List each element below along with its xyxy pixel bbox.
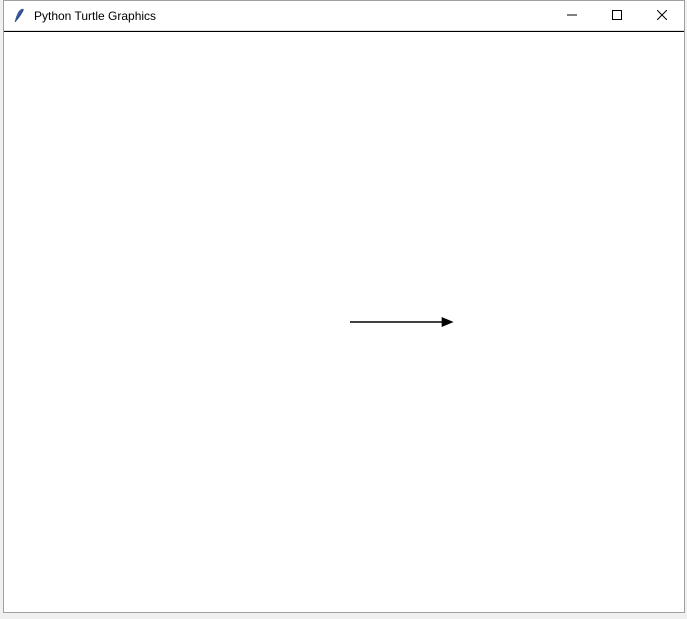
turtle-cursor-arrow <box>442 317 454 327</box>
feather-icon <box>12 8 28 24</box>
turtle-canvas <box>4 31 684 612</box>
maximize-button[interactable] <box>594 1 639 30</box>
window-controls <box>549 1 684 30</box>
minimize-icon <box>567 8 577 23</box>
turtle-drawing <box>4 32 684 612</box>
titlebar[interactable]: Python Turtle Graphics <box>4 1 684 31</box>
close-icon <box>657 8 667 23</box>
window-title: Python Turtle Graphics <box>34 9 549 23</box>
maximize-icon <box>612 8 622 23</box>
close-button[interactable] <box>639 1 684 30</box>
app-window: Python Turtle Graphics <box>3 0 685 613</box>
minimize-button[interactable] <box>549 1 594 30</box>
